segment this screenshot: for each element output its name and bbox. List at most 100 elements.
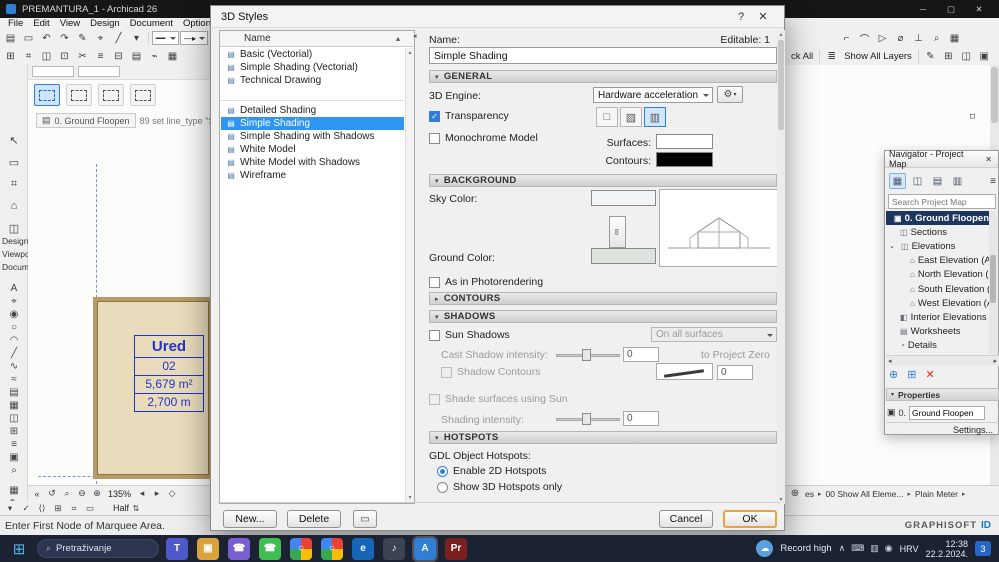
trim-icon[interactable]: ✂ (74, 49, 91, 64)
clone-folder-icon[interactable]: ⊞ (907, 368, 916, 381)
phone-link-icon[interactable]: ☎ (228, 537, 250, 560)
menu-item[interactable]: Document (125, 18, 178, 29)
zone-stamp[interactable]: Ured 02 5,679 m² 2,700 m (134, 335, 204, 412)
tree-item-sections[interactable]: ◫ Sections (886, 225, 992, 239)
tree-item-west-elevation[interactable]: ⌂West Elevation (Auto... (886, 296, 992, 310)
section-tool-icon[interactable]: ≡ (4, 438, 24, 450)
delete-icon[interactable]: ✕ (925, 368, 934, 381)
add-viewpoint-icon[interactable]: ⊕ (889, 368, 898, 381)
sky-color-swatch[interactable] (591, 190, 656, 206)
tracker-spinner-icon[interactable]: ⇅ (131, 502, 141, 514)
status-segment[interactable]: Plain Meter (913, 489, 960, 499)
split-icon[interactable]: ◫ (38, 49, 55, 64)
prev-view-icon[interactable]: ◂ (135, 486, 149, 501)
toolbox-group-label[interactable]: Design (0, 235, 28, 248)
shading-intensity-slider[interactable] (556, 412, 620, 426)
contours-color-swatch[interactable] (656, 152, 713, 167)
shadow-surfaces-combo[interactable]: On all surfaces (651, 327, 777, 342)
coordinates-icon[interactable]: ⟨⟩ (35, 502, 49, 514)
menu-item[interactable]: View (55, 18, 85, 29)
chevron-icon[interactable]: ▸ (818, 490, 822, 498)
open-file-icon[interactable]: ▭ (20, 31, 37, 46)
guides-icon[interactable]: ⌗ (20, 49, 37, 64)
help-icon[interactable]: ? (730, 11, 752, 23)
zone-tool-icon[interactable]: ◫ (4, 412, 24, 424)
transparency-on-icon[interactable]: ▥ (644, 107, 666, 127)
archicad-icon[interactable]: A (414, 537, 436, 562)
transparency-off-icon[interactable]: □ (596, 107, 618, 127)
maximize-button[interactable]: ▢ (937, 4, 965, 15)
detail-tool-icon[interactable]: ⌕ (4, 464, 24, 476)
transparency-partial-icon[interactable]: ▨ (620, 107, 642, 127)
navigator-vertical-scrollbar[interactable] (989, 211, 997, 354)
shadow-contours-checkbox[interactable]: Shadow Contours (441, 366, 540, 378)
tray-expand-icon[interactable]: ∧ (839, 543, 846, 554)
style-list-item[interactable]: ▤ White Model with Shadows (221, 156, 404, 169)
chrome-icon[interactable]: ○ (321, 537, 343, 560)
expand-arrow-icon[interactable]: ⌄ (889, 242, 898, 250)
shadows-section-header[interactable]: ▾ SHADOWS (429, 310, 777, 323)
slider-thumb[interactable] (582, 349, 591, 361)
polyline-tool-icon[interactable]: ≈ (4, 373, 24, 385)
story-tab[interactable]: ▤ 0. Ground Floopen (36, 113, 136, 128)
subtract-icon[interactable]: ⊟ (110, 49, 127, 64)
minimize-button[interactable]: ─ (909, 4, 937, 15)
settings-button[interactable]: Settings... (886, 422, 999, 436)
pen-set-icon[interactable]: ✎ (922, 49, 939, 64)
orientation-icon[interactable]: ◇ (165, 486, 179, 501)
snap-icon[interactable]: ⌖ (92, 31, 109, 46)
audio-app-icon[interactable]: ♪ (383, 537, 405, 560)
tracker-value[interactable]: Half (113, 503, 129, 513)
battery-icon[interactable]: ▥ (870, 543, 879, 554)
panel-icon[interactable]: ◫ (958, 49, 975, 64)
marquee-variant[interactable] (66, 84, 92, 106)
style-list-item[interactable]: ▤ Wireframe (221, 169, 404, 182)
collapse-panel-icon[interactable]: ◂ (413, 32, 417, 40)
sun-shadows-checkbox[interactable]: Sun Shadows (429, 329, 510, 341)
pen-icon[interactable]: ✎ (74, 31, 91, 46)
whatsapp-icon[interactable]: ☎ (259, 537, 281, 560)
toolbox-group-label[interactable]: Viewpoint (0, 248, 28, 261)
camera-icon[interactable]: ⌑ (964, 110, 981, 125)
new-button[interactable]: New... (223, 510, 277, 528)
engine-settings-button[interactable]: ⚙ ▾ (717, 86, 743, 103)
redo-icon[interactable]: ↷ (56, 31, 73, 46)
shade-surfaces-checkbox[interactable]: Shade surfaces using Sun (429, 393, 568, 405)
dropdown-icon[interactable]: ▾ (128, 31, 145, 46)
relative-icon[interactable]: ▭ (83, 502, 97, 514)
line-type-combo[interactable]: ━━ (151, 31, 179, 45)
tree-item-details[interactable]: ◔ Details (886, 339, 992, 353)
show-all-layers-label[interactable]: Show All Layers (841, 51, 915, 62)
object-tool-icon[interactable]: ◉ (4, 308, 24, 320)
show-3d-hotspots-radio[interactable]: Show 3D Hotspots only (437, 481, 562, 493)
navigator-horizontal-scrollbar[interactable]: ◂ ▸ (886, 355, 999, 366)
hotspot-tool-icon[interactable]: ⌖ (4, 295, 24, 307)
style-list-item[interactable]: ▤ White Model (221, 143, 404, 156)
toolbox-group-label[interactable]: Documen (0, 261, 28, 274)
navigator-close-icon[interactable]: ✕ (983, 155, 994, 164)
status-segment[interactable]: 00 Show All Eleme... (824, 489, 906, 499)
roof-tool-icon[interactable]: ⌂ (4, 198, 24, 214)
dialog-titlebar[interactable]: 3D Styles ? ✕ (211, 6, 784, 28)
hotspots-section-header[interactable]: ▾ HOTSPOTS (429, 431, 777, 444)
style-name-input[interactable] (429, 47, 777, 64)
photorendering-checkbox[interactable]: As in Photorendering (429, 276, 543, 288)
navigator-search-input[interactable] (888, 194, 996, 209)
list-scrollbar[interactable]: ▴ ▾ (405, 48, 414, 502)
shadow-contours-value[interactable]: 0 (717, 365, 753, 380)
monochrome-checkbox[interactable]: Monochrome Model (429, 132, 538, 144)
zoom-icon[interactable]: ⌕ (60, 486, 74, 501)
triangle-icon[interactable]: ▷ (874, 31, 891, 46)
grid-tool-icon[interactable]: ⊞ (4, 425, 24, 437)
layers-icon[interactable]: ≡ (92, 49, 109, 64)
line-tool-icon[interactable]: ╱ (4, 347, 24, 359)
language-indicator[interactable]: HRV (900, 544, 919, 554)
diameter-icon[interactable]: ⌀ (892, 31, 909, 46)
edge-icon[interactable]: e (352, 537, 374, 560)
arc-tool-icon[interactable]: ◠ (4, 334, 24, 346)
weather-label[interactable]: Record high (780, 543, 831, 554)
shading-intensity-value[interactable]: 0 (623, 411, 659, 426)
menu-item[interactable]: File (3, 18, 28, 29)
fit-view-icon[interactable]: ↺ (45, 486, 59, 501)
box-icon[interactable]: ⊡ (56, 49, 73, 64)
